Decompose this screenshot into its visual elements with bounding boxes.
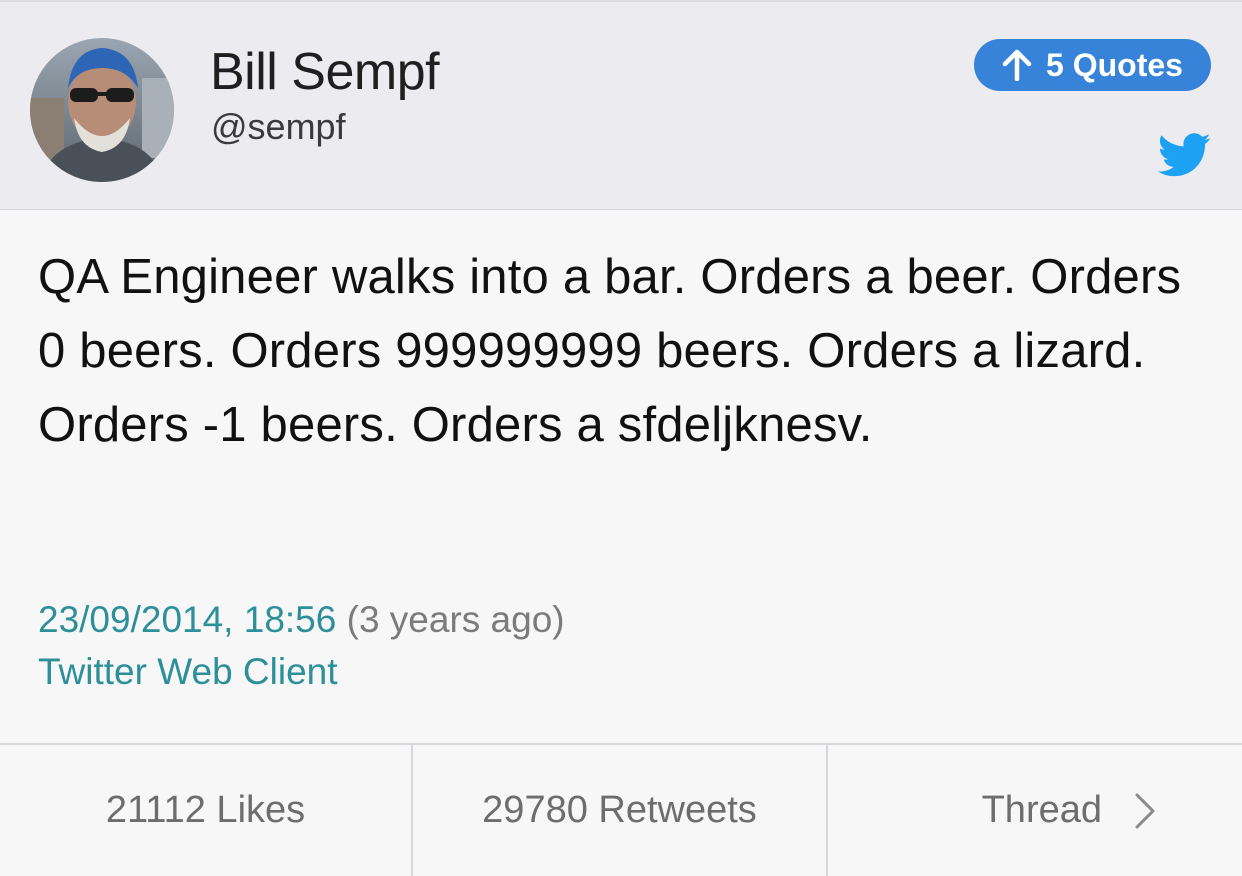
user-name[interactable]: Bill Sempf — [210, 42, 440, 102]
tweet-header: Bill Sempf @sempf 5 Quotes — [0, 0, 1242, 210]
retweets-button[interactable]: 29780 Retweets — [413, 745, 828, 876]
tweet-source[interactable]: Twitter Web Client — [38, 646, 338, 698]
chevron-right-icon — [1135, 793, 1155, 828]
user-handle[interactable]: @sempf — [211, 106, 346, 148]
avatar[interactable] — [30, 38, 174, 182]
tweet-relative-time: (3 years ago) — [346, 599, 565, 640]
tweet-card: Bill Sempf @sempf 5 Quotes QA Engineer w… — [0, 0, 1242, 876]
likes-label: 21112 Likes — [105, 789, 306, 831]
tweet-timestamp-line: 23/09/2014, 18:56 (3 years ago) — [38, 594, 565, 646]
tweet-text: QA Engineer walks into a bar. Orders a b… — [38, 250, 1182, 452]
quotes-label: 5 Quotes — [1046, 46, 1183, 83]
tweet-timestamp[interactable]: 23/09/2014, 18:56 — [38, 599, 336, 640]
quotes-button[interactable]: 5 Quotes — [974, 39, 1211, 91]
avatar-image — [30, 38, 174, 182]
tweet-actions-bar: 21112 Likes 29780 Retweets Thread — [0, 743, 1242, 876]
up-arrow-icon — [1002, 49, 1032, 81]
likes-button[interactable]: 21112 Likes — [0, 745, 413, 876]
twitter-bird-icon — [1158, 133, 1211, 177]
thread-label: Thread — [981, 789, 1102, 831]
retweets-label: 29780 Retweets — [482, 789, 757, 831]
thread-button[interactable]: Thread — [828, 745, 1242, 876]
